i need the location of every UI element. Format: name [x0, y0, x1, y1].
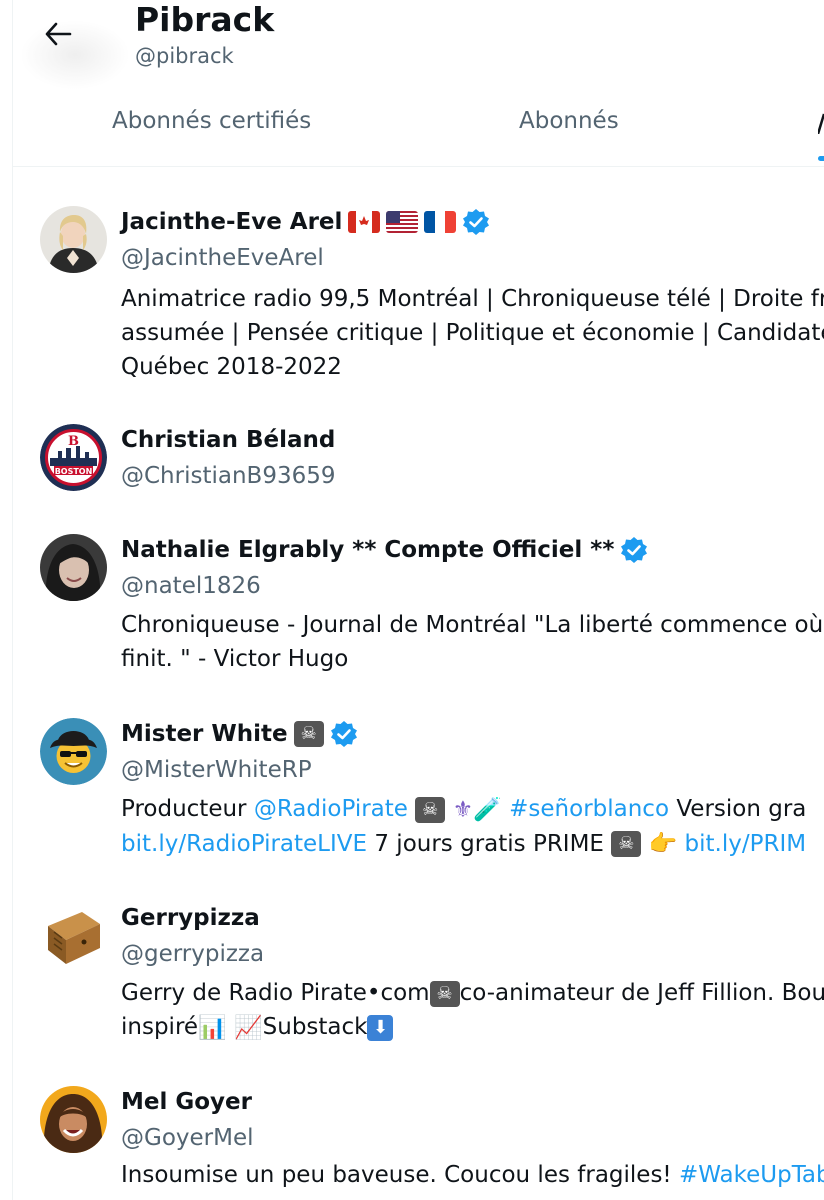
bio-line: Québec 2018-2022 — [121, 354, 342, 380]
user-handle: @GoyerMel — [121, 1125, 254, 1151]
followers-page: Pibrack @pibrack Abonnés certifiés Abonn… — [0, 0, 824, 1200]
back-button[interactable] — [34, 10, 82, 58]
usa-flag-icon — [386, 211, 419, 233]
tab-followers[interactable]: Abonnés — [519, 103, 619, 139]
avatar[interactable] — [40, 1086, 107, 1153]
user-bio: Chroniqueuse - Journal de Montréal "La l… — [121, 608, 823, 676]
url-link[interactable]: bit.ly/PRIM — [685, 831, 807, 857]
user-name-line: Gerrypizza — [121, 903, 260, 933]
pointing-hand-icon: 👉 — [648, 831, 678, 857]
bio-text: 7 jours gratis PRIME — [367, 830, 612, 857]
user-name: Nathalie Elgrably ** Compte Officiel ** — [121, 537, 615, 563]
user-name: Mel Goyer — [121, 1089, 252, 1115]
user-name: Jacinthe-Eve Arel — [121, 209, 343, 235]
user-handle: @gerrypizza — [121, 941, 265, 967]
avatar[interactable] — [40, 534, 107, 601]
user-name: Christian Béland — [121, 427, 336, 453]
france-flag-icon — [424, 211, 457, 233]
user-handle: @ChristianB93659 — [121, 463, 336, 489]
user-handle: @JacintheEveArel — [121, 245, 324, 271]
verified-badge-icon — [463, 209, 490, 235]
user-bio: Insoumise un peu baveuse. Coucou les fra… — [121, 1158, 824, 1192]
avatar[interactable] — [40, 718, 107, 785]
bio-line: assumée | Pensée critique | Politique et… — [121, 320, 824, 346]
user-bio: Producteur @RadioPirate ☠ ⚜🧪 #señorblanc… — [121, 792, 806, 861]
skull-crossbones-icon: ☠ — [611, 831, 642, 857]
url-link[interactable]: bit.ly/RadioPirateLIVE — [121, 831, 367, 857]
down-arrow-icon: ⬇ — [367, 1014, 394, 1041]
hashtag-link[interactable]: #señorblanco — [509, 796, 669, 822]
bio-text: Gerry de Radio Pirate•com — [121, 980, 430, 1006]
fleur-de-lis-icon: ⚜ — [452, 796, 474, 823]
active-tab-indicator — [818, 156, 824, 161]
list-item[interactable]: Jacinthe-Eve Arel @JacintheEveArel Anima… — [0, 190, 824, 400]
bio-text: inspiré — [121, 1014, 199, 1040]
mention-link[interactable]: @RadioPirate — [254, 796, 408, 822]
bio-text: Producteur — [121, 796, 254, 822]
user-name-line: Nathalie Elgrably ** Compte Officiel ** — [121, 535, 648, 565]
bio-text: Insoumise un peu baveuse. Coucou les fra… — [121, 1162, 679, 1188]
bio-text: Substack — [262, 1014, 368, 1040]
arrow-left-icon — [45, 22, 72, 46]
avatar[interactable] — [40, 206, 107, 273]
tab-following-clipped[interactable] — [818, 112, 824, 134]
verified-badge-icon — [330, 721, 357, 747]
list-item[interactable]: Gerrypizza @gerrypizza Gerry de Radio Pi… — [0, 886, 824, 1066]
skull-crossbones-icon: ☠ — [293, 721, 324, 747]
user-bio: Animatrice radio 99,5 Montréal | Chroniq… — [121, 282, 824, 384]
profile-handle: @pibrack — [135, 44, 234, 68]
user-name-line: Jacinthe-Eve Arel — [121, 207, 490, 237]
user-name-line: Christian Béland — [121, 425, 335, 455]
canada-flag-icon — [348, 211, 381, 233]
list-item[interactable]: B BOSTON Christian Béland @ChristianB936… — [0, 408, 824, 508]
hashtag-link[interactable]: #WakeUpTab — [679, 1162, 824, 1188]
user-name: Mister White — [121, 721, 288, 747]
user-handle: @natel1826 — [121, 573, 261, 599]
tabs-divider — [12, 166, 824, 167]
avatar-logo-text: BOSTON — [55, 467, 93, 476]
user-name-line: Mister White ☠ — [121, 719, 358, 749]
skull-crossbones-icon: ☠ — [415, 796, 446, 823]
list-item[interactable]: Mister White ☠ @MisterWhiteRP Producteur… — [0, 702, 824, 882]
bio-text: co-animateur de Jeff Fillion. Bou — [459, 980, 824, 1006]
profile-name-title: Pibrack — [135, 0, 275, 39]
user-bio: Gerry de Radio Pirate•com ☠ co-animateur d… — [121, 976, 824, 1045]
bio-text: Version gra — [669, 796, 807, 822]
avatar[interactable]: B BOSTON — [40, 424, 107, 491]
list-item[interactable]: Mel Goyer @GoyerMel Insoumise un peu bav… — [0, 1070, 824, 1200]
bio-line: finit. " - Victor Hugo — [121, 646, 349, 672]
list-item[interactable]: Nathalie Elgrably ** Compte Officiel ** … — [0, 518, 824, 693]
avatar[interactable] — [40, 902, 107, 969]
bar-chart-icon: 📊 — [198, 1014, 227, 1041]
svg-text:B: B — [68, 434, 79, 449]
user-handle: @MisterWhiteRP — [121, 757, 312, 783]
test-tube-icon: 🧪 — [473, 796, 502, 823]
chart-increasing-icon: 📈 — [234, 1014, 263, 1041]
tab-verified-followers[interactable]: Abonnés certifiés — [112, 103, 311, 139]
bio-line: Chroniqueuse - Journal de Montréal "La l… — [121, 612, 824, 638]
user-name-line: Mel Goyer — [121, 1087, 252, 1117]
bio-line: Animatrice radio 99,5 Montréal | Chroniq… — [121, 286, 824, 312]
skull-crossbones-icon: ☠ — [429, 980, 460, 1007]
verified-badge-icon — [621, 537, 648, 563]
user-name: Gerrypizza — [121, 905, 260, 931]
